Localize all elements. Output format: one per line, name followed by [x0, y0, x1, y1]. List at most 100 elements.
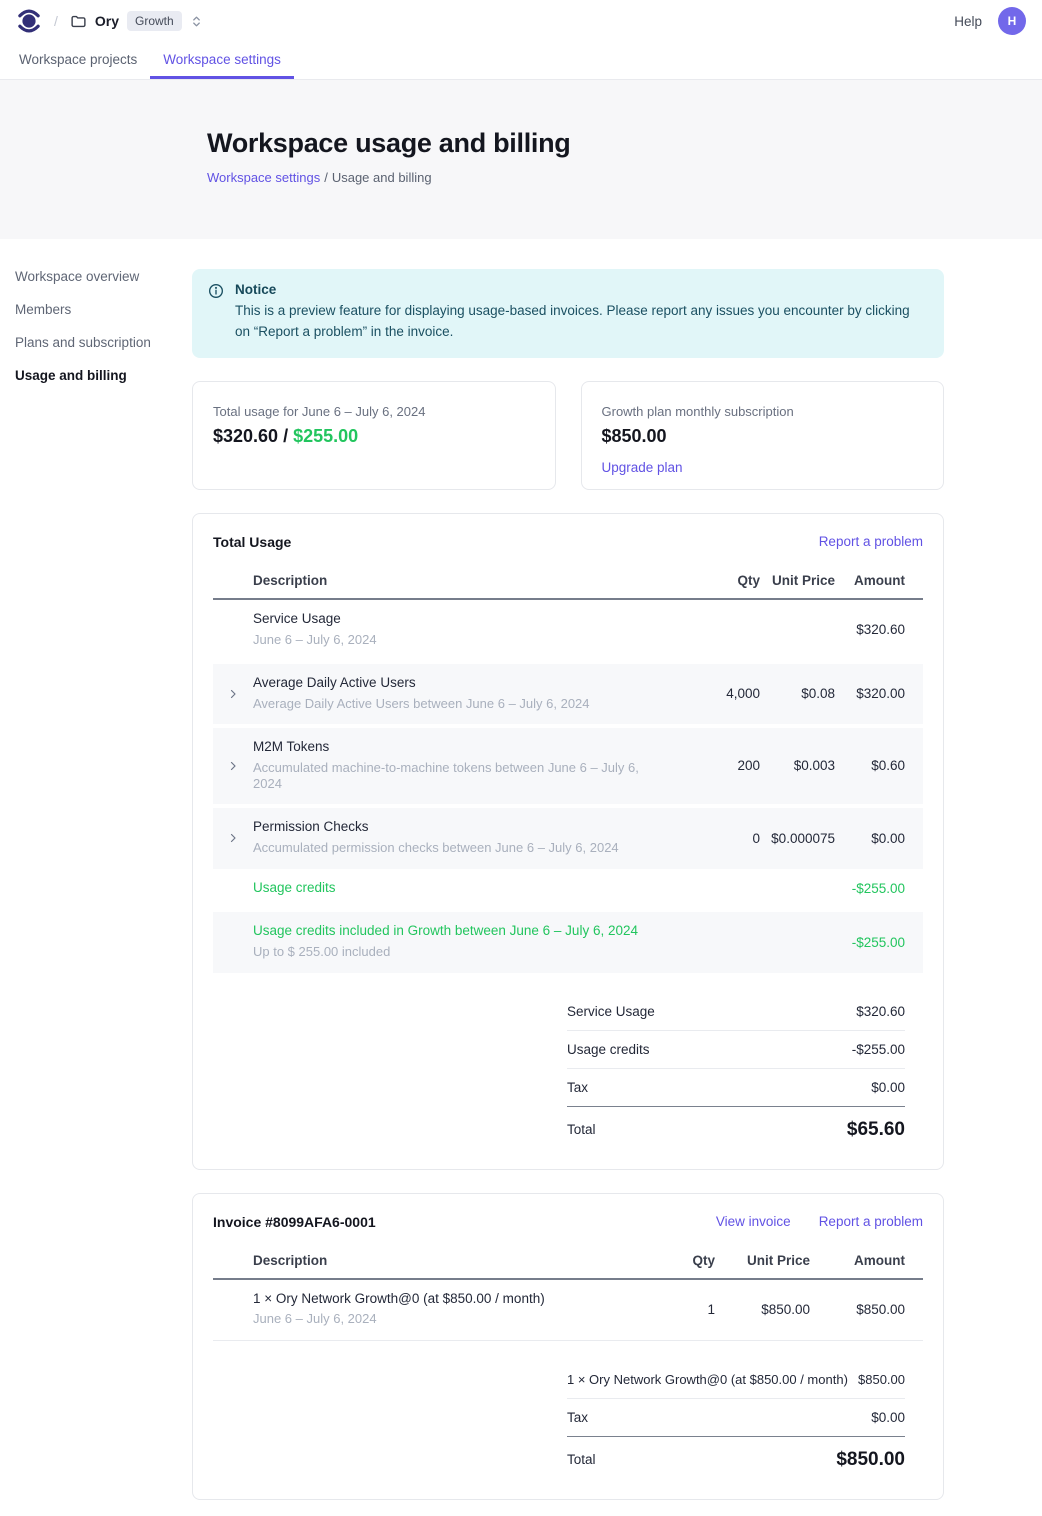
plan-badge: Growth — [127, 11, 182, 31]
row-title: M2M Tokens — [253, 739, 640, 756]
tab-workspace-settings[interactable]: Workspace settings — [150, 42, 294, 79]
row-subtitle: Up to $ 255.00 included — [253, 944, 640, 960]
notice-body: This is a preview feature for displaying… — [235, 301, 927, 343]
row-title: Usage credits — [253, 880, 640, 897]
invoice-panel: Invoice #8099AFA6-0001 View invoice Repo… — [192, 1193, 944, 1500]
row-qty: 1 — [615, 1302, 715, 1317]
col-qty: Qty — [640, 573, 760, 588]
row-qty: 4,000 — [640, 686, 760, 701]
chevron-right-icon[interactable] — [213, 688, 253, 700]
summary-total-value: $850.00 — [836, 1449, 905, 1471]
plan-card-value: $850.00 — [602, 426, 924, 447]
row-amount: $850.00 — [810, 1302, 905, 1317]
table-row: 1 × Ory Network Growth@0 (at $850.00 / m… — [213, 1280, 923, 1341]
report-problem-link[interactable]: Report a problem — [819, 534, 923, 549]
summary-value: $850.00 — [858, 1372, 905, 1387]
row-unit-price: $0.000075 — [760, 831, 835, 846]
row-subtitle: June 6 – July 6, 2024 — [253, 632, 640, 648]
sidebar-item-workspace-overview[interactable]: Workspace overview — [15, 269, 192, 284]
total-usage-panel: Total Usage Report a problem Description… — [192, 513, 944, 1170]
row-subtitle: Average Daily Active Users between June … — [253, 696, 640, 712]
invoice-table-header: Description Qty Unit Price Amount — [213, 1245, 923, 1280]
invoice-panel-title: Invoice #8099AFA6-0001 — [213, 1214, 376, 1230]
sidebar-item-usage-and-billing[interactable]: Usage and billing — [15, 368, 192, 383]
usage-table: Description Qty Unit Price Amount Servic… — [213, 565, 923, 973]
tab-workspace-projects[interactable]: Workspace projects — [6, 42, 150, 79]
row-title: 1 × Ory Network Growth@0 (at $850.00 / m… — [253, 1291, 615, 1308]
usage-table-header: Description Qty Unit Price Amount — [213, 565, 923, 600]
sidebar-item-members[interactable]: Members — [15, 302, 192, 317]
summary-value: $0.00 — [871, 1080, 905, 1095]
row-title: Service Usage — [253, 611, 640, 628]
summary-total-row: Total $850.00 — [567, 1437, 905, 1477]
col-amount: Amount — [810, 1253, 905, 1268]
invoice-table: Description Qty Unit Price Amount 1 × Or… — [213, 1245, 923, 1341]
help-button[interactable]: Help — [954, 14, 982, 29]
row-title: Permission Checks — [253, 819, 640, 836]
notice-banner: Notice This is a preview feature for dis… — [192, 269, 944, 358]
row-amount: -$255.00 — [835, 935, 905, 950]
up-down-chevron-icon — [190, 15, 203, 28]
col-description: Description — [253, 1253, 615, 1268]
summary-row: Tax $0.00 — [567, 1399, 905, 1437]
usage-credit-amount: $255.00 — [293, 426, 358, 446]
top-bar: / Ory Growth Help H — [0, 0, 1042, 42]
row-amount: $320.00 — [835, 686, 905, 701]
usage-amount: $320.60 — [213, 426, 278, 446]
table-row[interactable]: Average Daily Active Users Average Daily… — [213, 664, 923, 724]
sidebar-item-plans-and-subscription[interactable]: Plans and subscription — [15, 335, 192, 350]
breadcrumb-link-workspace-settings[interactable]: Workspace settings — [207, 170, 320, 185]
workspace-tabs: Workspace projects Workspace settings — [0, 42, 1042, 80]
table-row: Service Usage June 6 – July 6, 2024 $320… — [213, 600, 923, 660]
summary-label: Total — [567, 1452, 596, 1467]
row-amount: $320.60 — [835, 622, 905, 637]
invoice-summary: 1 × Ory Network Growth@0 (at $850.00 / m… — [567, 1361, 905, 1477]
row-qty: 200 — [640, 758, 760, 773]
table-row: Usage credits included in Growth between… — [213, 912, 923, 972]
col-description: Description — [253, 573, 640, 588]
total-usage-card-label: Total usage for June 6 – July 6, 2024 — [213, 404, 535, 419]
avatar[interactable]: H — [998, 7, 1026, 35]
breadcrumb-current: Usage and billing — [332, 170, 432, 185]
table-row[interactable]: M2M Tokens Accumulated machine-to-machin… — [213, 728, 923, 804]
summary-total-value: $65.60 — [847, 1119, 905, 1141]
workspace-selector[interactable]: Ory Growth — [70, 11, 203, 31]
row-unit-price: $0.003 — [760, 758, 835, 773]
row-title: Usage credits included in Growth between… — [253, 923, 640, 940]
total-usage-card: Total usage for June 6 – July 6, 2024 $3… — [192, 381, 556, 490]
summary-label: Tax — [567, 1080, 588, 1095]
ory-logo-icon[interactable] — [16, 8, 42, 34]
page-header: Workspace usage and billing Workspace se… — [0, 80, 1042, 239]
settings-sidebar: Workspace overview Members Plans and sub… — [0, 239, 192, 401]
summary-label: 1 × Ory Network Growth@0 (at $850.00 / m… — [567, 1372, 848, 1387]
row-unit-price: $0.08 — [760, 686, 835, 701]
upgrade-plan-link[interactable]: Upgrade plan — [602, 460, 683, 475]
plan-card: Growth plan monthly subscription $850.00… — [581, 381, 945, 490]
view-invoice-link[interactable]: View invoice — [716, 1214, 791, 1229]
table-row: Usage credits -$255.00 — [213, 869, 923, 909]
summary-label: Service Usage — [567, 1004, 655, 1019]
table-row[interactable]: Permission Checks Accumulated permission… — [213, 808, 923, 868]
row-unit-price: $850.00 — [715, 1302, 810, 1317]
notice-title: Notice — [235, 282, 927, 297]
row-subtitle: Accumulated permission checks between Ju… — [253, 840, 640, 856]
report-problem-link[interactable]: Report a problem — [819, 1214, 923, 1229]
chevron-right-icon[interactable] — [213, 760, 253, 772]
folder-icon — [70, 13, 87, 30]
row-subtitle: Accumulated machine-to-machine tokens be… — [253, 760, 640, 793]
workspace-name: Ory — [95, 13, 119, 29]
path-separator: / — [54, 13, 58, 29]
summary-total-row: Total $65.60 — [567, 1107, 905, 1147]
breadcrumb: Workspace settings/Usage and billing — [207, 170, 1042, 185]
chevron-right-icon[interactable] — [213, 832, 253, 844]
summary-row: Service Usage $320.60 — [567, 993, 905, 1031]
total-usage-panel-title: Total Usage — [213, 534, 291, 550]
col-unit-price: Unit Price — [760, 573, 835, 588]
summary-label: Tax — [567, 1410, 588, 1425]
usage-separator: / — [283, 426, 288, 446]
page-title: Workspace usage and billing — [207, 128, 1042, 159]
summary-value: $320.60 — [856, 1004, 905, 1019]
col-amount: Amount — [835, 573, 905, 588]
summary-value: -$255.00 — [852, 1042, 905, 1057]
row-amount: -$255.00 — [835, 881, 905, 896]
